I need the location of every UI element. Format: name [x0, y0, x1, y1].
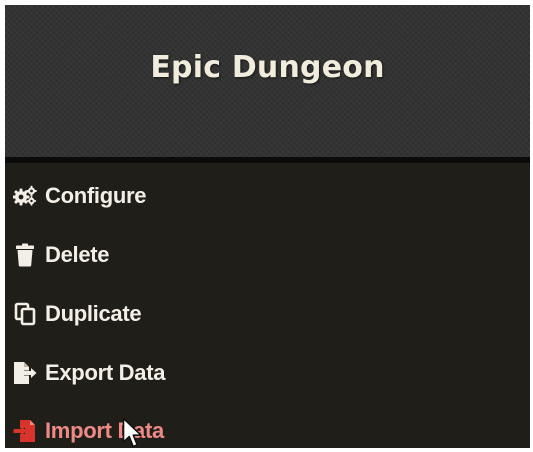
- file-export-icon: [12, 360, 38, 386]
- delete-menu-item[interactable]: Delete: [5, 233, 530, 277]
- configure-menu-item[interactable]: Configure: [5, 174, 530, 218]
- action-menu: Configure Delete Duplicate Export Data I…: [5, 163, 530, 448]
- panel-header: Epic Dungeon: [5, 5, 530, 157]
- context-panel: Epic Dungeon Configure Delete Duplicate …: [5, 5, 530, 448]
- configure-label: Configure: [45, 183, 147, 208]
- export-data-menu-item[interactable]: Export Data: [5, 351, 530, 395]
- page-title: Epic Dungeon: [150, 49, 385, 85]
- gears-icon: [12, 183, 38, 209]
- file-import-icon: [12, 418, 38, 444]
- import-data-label: Import Data: [45, 418, 164, 443]
- duplicate-menu-item[interactable]: Duplicate: [5, 292, 530, 336]
- export-data-label: Export Data: [45, 360, 166, 385]
- duplicate-label: Duplicate: [45, 301, 142, 326]
- copy-icon: [12, 301, 38, 327]
- delete-label: Delete: [45, 242, 110, 267]
- trash-icon: [12, 242, 38, 268]
- import-data-menu-item[interactable]: Import Data: [5, 409, 530, 448]
